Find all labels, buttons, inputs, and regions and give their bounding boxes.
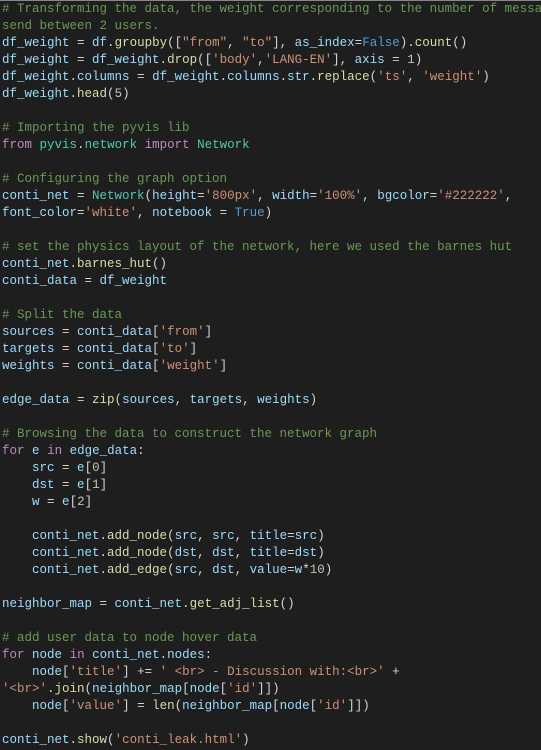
comment-line: # Split the data [2, 308, 122, 322]
comment-line: # Transforming the data, the weight corr… [2, 2, 541, 16]
comment-line: # set the physics layout of the network,… [2, 240, 512, 254]
comment-line: # Importing the pyvis lib [2, 121, 190, 135]
comment-line: # Browsing the data to construct the net… [2, 427, 377, 441]
code-block: # Transforming the data, the weight corr… [0, 0, 541, 749]
comment-line: send between 2 users. [2, 19, 160, 33]
comment-line: # Configuring the graph option [2, 172, 227, 186]
comment-line: # add user data to node hover data [2, 631, 257, 645]
